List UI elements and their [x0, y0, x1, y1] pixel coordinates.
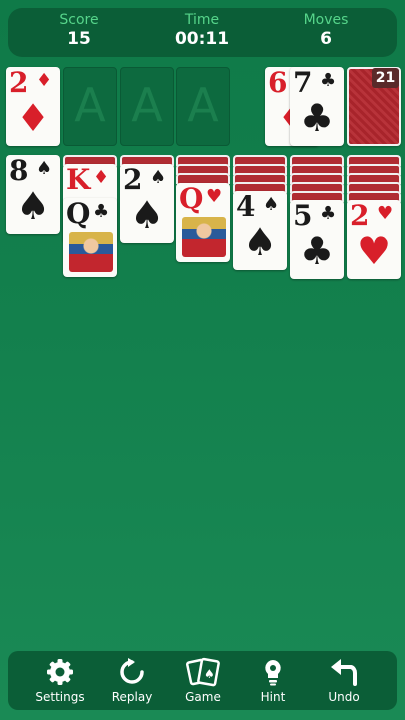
replay-icon	[120, 658, 144, 684]
club-suit-icon: ♣	[320, 70, 337, 91]
moves-label: Moves	[303, 12, 349, 28]
diamond-suit-icon: ♦	[36, 70, 53, 91]
club-suit-icon: ♣	[320, 203, 337, 224]
club-suit-icon: ♣	[93, 201, 110, 222]
tableau-card[interactable]: Q ♣	[63, 198, 117, 277]
score-value: 15	[67, 29, 91, 49]
foundation-slot[interactable]: A	[120, 67, 174, 146]
moves-value: 6	[320, 29, 332, 49]
game-button[interactable]: ♠ Game	[170, 657, 236, 707]
spade-suit-icon: ♠	[130, 193, 165, 237]
moves-stat: Moves 6	[276, 12, 376, 49]
foundation-card[interactable]: 2 ♦ ♦	[6, 67, 60, 146]
foundation-slot[interactable]: A	[176, 67, 230, 146]
time-value: 00:11	[174, 29, 230, 49]
spade-suit-icon: ♠	[16, 184, 51, 228]
foundation-slot[interactable]: A	[63, 67, 117, 146]
diamond-suit-icon: ♦	[16, 96, 51, 140]
replay-label: Replay	[111, 690, 153, 704]
ace-placeholder: A	[74, 78, 106, 132]
stock-count-badge: 21	[372, 68, 399, 88]
card-rank: K	[66, 164, 91, 196]
time-stat: Time 00:11	[152, 12, 252, 49]
spade-suit-icon: ♠	[243, 220, 278, 264]
hint-button[interactable]: Hint	[240, 657, 306, 707]
stats-bar: Score 15 Time 00:11 Moves 6	[8, 8, 397, 57]
tableau-card[interactable]: 5 ♣ ♣	[290, 200, 344, 279]
tableau-card[interactable]: 4 ♠ ♠	[233, 191, 287, 270]
tableau-card[interactable]: Q ♥	[176, 183, 230, 262]
tableau-card[interactable]: 8 ♠ ♠	[6, 155, 60, 234]
settings-button[interactable]: Settings	[27, 657, 93, 707]
settings-label: Settings	[35, 690, 85, 704]
spade-suit-icon: ♠	[263, 194, 280, 215]
spade-suit-icon: ♠	[36, 158, 53, 179]
club-suit-icon: ♣	[300, 229, 335, 273]
gear-icon	[47, 659, 73, 685]
hint-label: Hint	[260, 690, 286, 704]
spade-suit-icon: ♠	[150, 167, 167, 188]
card-rank: Q	[66, 198, 91, 230]
tableau-card[interactable]: 2 ♠ ♠	[120, 164, 174, 243]
heart-suit-icon: ♥	[357, 229, 392, 273]
lightbulb-icon	[265, 660, 281, 686]
ace-placeholder: A	[187, 78, 219, 132]
cards-icon: ♠	[186, 657, 220, 687]
undo-label: Undo	[328, 690, 360, 704]
replay-button[interactable]: Replay	[99, 657, 165, 707]
score-label: Score	[59, 12, 99, 28]
tableau-card[interactable]: 2 ♥ ♥	[347, 200, 401, 279]
ace-placeholder: A	[131, 78, 163, 132]
game-label: Game	[185, 690, 221, 704]
diamond-suit-icon: ♦	[93, 167, 110, 188]
heart-suit-icon: ♥	[377, 203, 394, 224]
queen-face-illustration	[182, 217, 226, 257]
club-suit-icon: ♣	[300, 96, 335, 140]
heart-suit-icon: ♥	[206, 186, 223, 207]
time-label: Time	[184, 12, 220, 28]
undo-button[interactable]: Undo	[311, 657, 377, 707]
bottom-toolbar: Settings Replay ♠ Game Hint Undo	[8, 651, 397, 710]
queen-face-illustration	[69, 232, 113, 272]
svg-text:♠: ♠	[204, 667, 215, 681]
undo-icon	[331, 659, 357, 686]
card-rank: Q	[179, 183, 204, 215]
score-stat: Score 15	[29, 12, 129, 49]
waste-top-card[interactable]: 7 ♣ ♣	[290, 67, 344, 146]
